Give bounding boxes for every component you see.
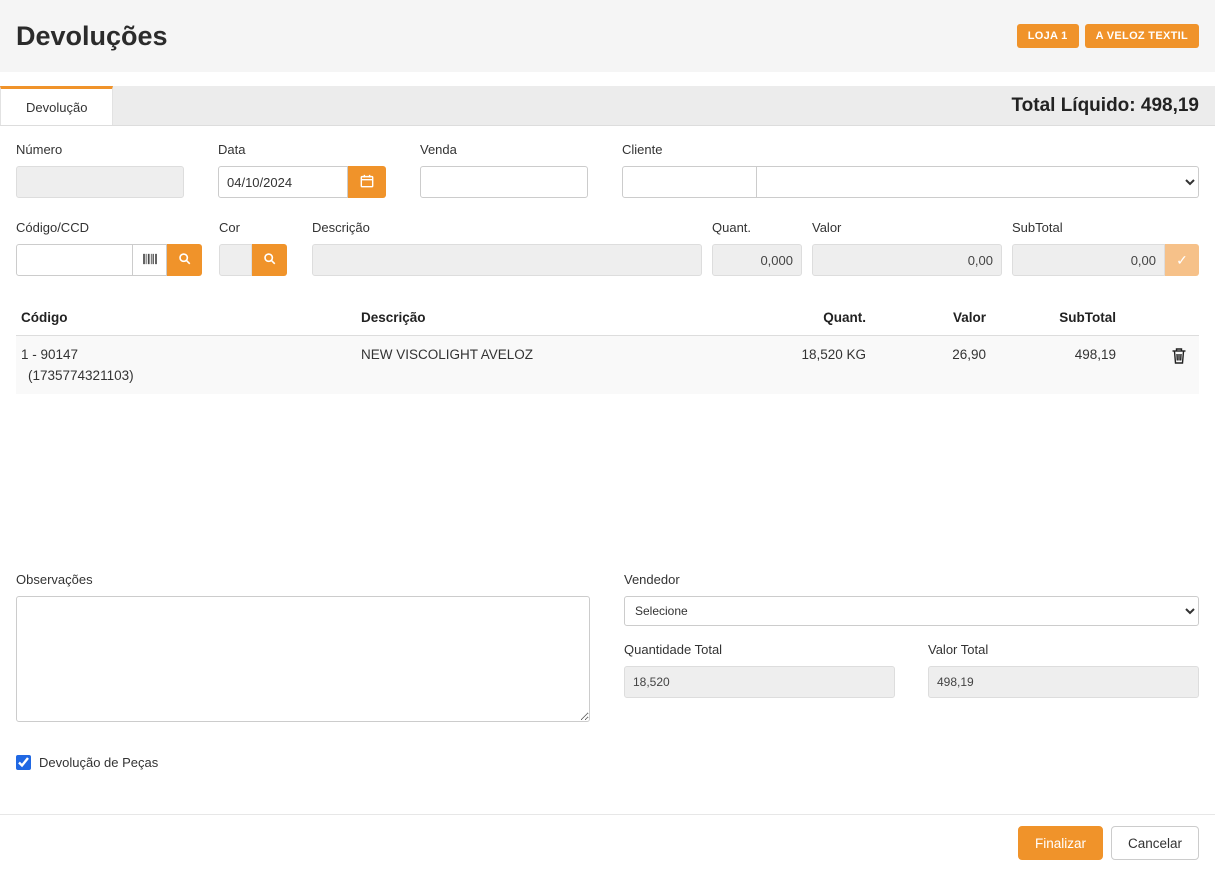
company-badge[interactable]: A VELOZ TEXTIL (1085, 24, 1199, 48)
total-liquido: Total Líquido: 498,19 (1011, 95, 1199, 117)
tab-devolucao[interactable]: Devolução (0, 86, 113, 125)
search-icon (263, 252, 276, 268)
confirm-item-button[interactable]: ✓ (1165, 244, 1199, 276)
bottom-section: Observações Vendedor Selecione Quantidad… (16, 572, 1199, 725)
cor-search-button[interactable] (252, 244, 287, 276)
page-header: Devoluções LOJA 1 A VELOZ TEXTIL (0, 0, 1215, 72)
numero-input (16, 166, 184, 198)
data-input-group (218, 166, 386, 198)
codigo-search-button[interactable] (167, 244, 202, 276)
numero-label: Número (16, 142, 184, 157)
field-cliente: Cliente (622, 142, 1199, 198)
field-venda: Venda (420, 142, 588, 198)
devolucoes-page: Devoluções LOJA 1 A VELOZ TEXTIL Devoluç… (0, 0, 1215, 871)
col-header-valor: Valor (871, 300, 991, 335)
cor-input-group (219, 244, 287, 276)
valor-total-label: Valor Total (928, 642, 1199, 657)
field-valor-total: Valor Total (928, 642, 1199, 698)
cell-actions (1121, 336, 1199, 394)
cor-label: Cor (219, 220, 287, 235)
devolucao-pecas-label[interactable]: Devolução de Peças (39, 755, 158, 770)
form-row-1: Número Data (16, 142, 1199, 198)
subtotal-input (1012, 244, 1165, 276)
field-descricao: Descrição (312, 220, 702, 276)
col-header-quant: Quant. (756, 300, 871, 335)
field-quantidade-total: Quantidade Total (624, 642, 895, 698)
cell-subtotal: 498,19 (991, 336, 1121, 394)
subtotal-label: SubTotal (1012, 220, 1199, 235)
codigo-ccd-label: Código/CCD (16, 220, 202, 235)
vendedor-select[interactable]: Selecione (624, 596, 1199, 626)
observacoes-label: Observações (16, 572, 590, 587)
page-title: Devoluções (16, 21, 168, 52)
field-cor: Cor (219, 220, 287, 276)
subtotal-input-group: ✓ (1012, 244, 1199, 276)
cell-descricao: NEW VISCOLIGHT AVELOZ (356, 336, 756, 394)
col-header-descricao: Descrição (356, 300, 756, 335)
table-header: Código Descrição Quant. Valor SubTotal (16, 300, 1199, 336)
cell-quant: 18,520 KG (756, 336, 871, 394)
devolucao-pecas-checkbox[interactable] (16, 755, 31, 770)
quantidade-total-label: Quantidade Total (624, 642, 895, 657)
col-header-actions (1121, 300, 1199, 335)
quantidade-total-input (624, 666, 895, 698)
field-quant: Quant. (712, 220, 802, 276)
data-input[interactable] (218, 166, 348, 198)
form-row-2: Código/CCD (16, 220, 1199, 276)
codigo-input-group (16, 244, 202, 276)
codigo-ccd-input[interactable] (16, 244, 133, 276)
cliente-code-input[interactable] (622, 166, 757, 198)
cor-input (219, 244, 252, 276)
cliente-select[interactable] (757, 166, 1199, 198)
check-icon: ✓ (1176, 252, 1188, 269)
cliente-label: Cliente (622, 142, 1199, 157)
search-icon (178, 252, 191, 268)
valor-total-input (928, 666, 1199, 698)
header-badges: LOJA 1 A VELOZ TEXTIL (1017, 24, 1199, 48)
tab-bar: Devolução Total Líquido: 498,19 (0, 86, 1215, 126)
totals-column: Vendedor Selecione Quantidade Total Valo… (624, 572, 1199, 725)
barcode-icon (143, 253, 157, 268)
field-valor: Valor (812, 220, 1002, 276)
field-codigo-ccd: Código/CCD (16, 220, 202, 276)
cell-codigo: 1 - 90147 (1735774321103) (16, 336, 356, 394)
venda-input[interactable] (420, 166, 588, 198)
col-header-subtotal: SubTotal (991, 300, 1121, 335)
quant-input (712, 244, 802, 276)
field-observacoes: Observações (16, 572, 590, 725)
barcode-button[interactable] (133, 244, 167, 276)
devolucao-pecas-row: Devolução de Peças (16, 755, 1199, 770)
table-row: 1 - 90147 (1735774321103) NEW VISCOLIGHT… (16, 336, 1199, 394)
calendar-button[interactable] (348, 166, 386, 198)
vendedor-label: Vendedor (624, 572, 1199, 587)
codigo-value: 1 - 90147 (21, 347, 351, 362)
items-table: Código Descrição Quant. Valor SubTotal 1… (16, 300, 1199, 568)
calendar-icon (360, 174, 374, 191)
codigo-detail: (1735774321103) (21, 368, 351, 383)
cancelar-button[interactable]: Cancelar (1111, 826, 1199, 860)
field-data: Data (218, 142, 386, 198)
cell-valor: 26,90 (871, 336, 991, 394)
store-badge[interactable]: LOJA 1 (1017, 24, 1079, 48)
field-numero: Número (16, 142, 184, 198)
quant-label: Quant. (712, 220, 802, 235)
observacoes-textarea[interactable] (16, 596, 590, 722)
cliente-input-group (622, 166, 1199, 198)
totals-row: Quantidade Total Valor Total (624, 642, 1199, 698)
valor-input (812, 244, 1002, 276)
main-content: Número Data (0, 126, 1215, 786)
col-header-codigo: Código (16, 300, 356, 335)
data-label: Data (218, 142, 386, 157)
venda-label: Venda (420, 142, 588, 157)
valor-label: Valor (812, 220, 1002, 235)
delete-item-button[interactable] (1171, 347, 1187, 364)
descricao-label: Descrição (312, 220, 702, 235)
finalizar-button[interactable]: Finalizar (1018, 826, 1103, 860)
footer-bar: Finalizar Cancelar (0, 814, 1215, 871)
field-vendedor: Vendedor Selecione (624, 572, 1199, 626)
field-subtotal: SubTotal ✓ (1012, 220, 1199, 276)
descricao-input (312, 244, 702, 276)
trash-icon (1171, 352, 1187, 367)
